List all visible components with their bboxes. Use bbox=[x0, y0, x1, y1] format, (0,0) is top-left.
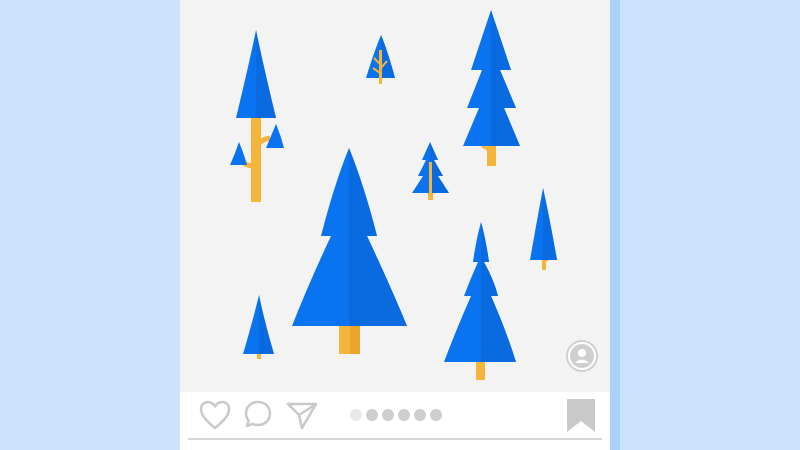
comment-icon bbox=[244, 400, 272, 428]
pine-tree bbox=[366, 35, 395, 84]
pine-trees-illustration: .tb { fill: #0a74f0; } .tl { fill: #0a6a… bbox=[230, 10, 557, 380]
post-action-bar bbox=[180, 392, 610, 440]
heart-icon bbox=[199, 400, 231, 430]
carousel-indicator bbox=[350, 409, 442, 421]
send-icon bbox=[286, 402, 318, 430]
carousel-dot[interactable] bbox=[366, 409, 378, 421]
pine-tree bbox=[230, 30, 284, 202]
pine-tree bbox=[463, 10, 520, 166]
save-button[interactable] bbox=[564, 396, 598, 432]
share-button[interactable] bbox=[285, 398, 319, 432]
carousel-dot[interactable] bbox=[382, 409, 394, 421]
like-button[interactable] bbox=[198, 398, 232, 432]
bookmark-icon bbox=[567, 399, 595, 432]
divider bbox=[188, 438, 602, 440]
user-icon bbox=[568, 342, 596, 370]
pine-tree bbox=[412, 142, 449, 200]
user-tag-button[interactable] bbox=[566, 340, 598, 372]
pine-tree bbox=[243, 295, 274, 359]
carousel-dot[interactable] bbox=[414, 409, 426, 421]
post-image[interactable]: .tb { fill: #0a74f0; } .tl { fill: #0a6a… bbox=[180, 0, 610, 392]
comment-button[interactable] bbox=[242, 398, 276, 432]
pine-tree bbox=[444, 222, 516, 380]
carousel-dot[interactable] bbox=[398, 409, 410, 421]
post-card: .tb { fill: #0a74f0; } .tl { fill: #0a6a… bbox=[180, 0, 610, 450]
carousel-dot[interactable] bbox=[350, 409, 362, 421]
pine-tree bbox=[292, 148, 407, 354]
pine-tree bbox=[530, 188, 557, 270]
carousel-dot[interactable] bbox=[430, 409, 442, 421]
